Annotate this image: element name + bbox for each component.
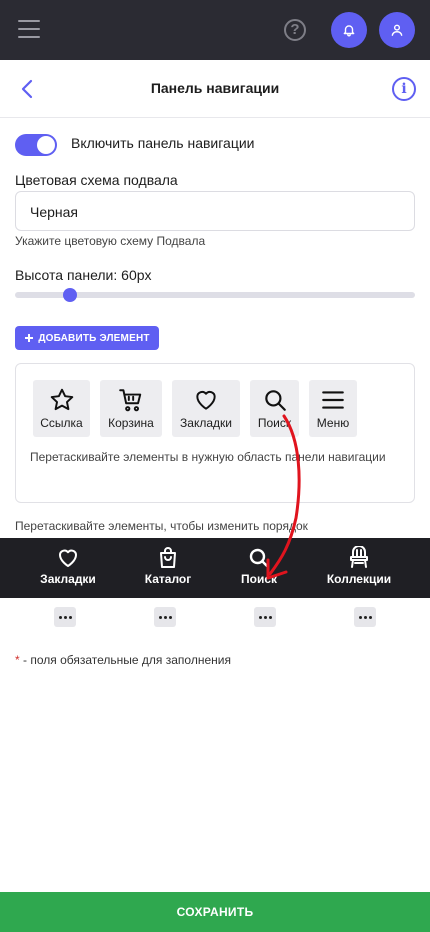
color-scheme-value: Черная [30,204,79,220]
palette-item-link[interactable]: Ссылка [33,380,90,437]
top-app-bar: ? [0,0,430,60]
color-scheme-hint: Укажите цветовую схему Подвала [15,234,206,248]
enable-navigation-label: Включить панель навигации [71,135,255,151]
preview-item-catalog[interactable]: Каталог [136,538,200,598]
navigation-preview-bar: Закладки Каталог Поиск Коллекции [0,538,430,598]
panel-height-label: Высота панели: 60px [15,267,152,283]
chair-icon [350,546,368,568]
preview-item-bookmarks[interactable]: Закладки [30,538,106,598]
toggle-knob [37,136,55,154]
page-header: Панель навигации i [0,60,430,118]
palette-item-cart[interactable]: Корзина [100,380,162,437]
preview-item-label: Закладки [40,572,96,586]
cart-icon [119,389,142,412]
palette-item-label: Корзина [108,416,154,430]
heart-icon [196,390,216,410]
palette-item-label: Ссылка [40,416,83,430]
enable-navigation-toggle[interactable] [15,134,57,156]
search-icon [264,390,286,411]
heart-icon [59,549,77,567]
palette-item-menu[interactable]: Меню [309,380,357,437]
add-element-button[interactable]: ДОБАВИТЬ ЭЛЕМЕНТ [15,326,159,350]
palette-item-label: Меню [316,416,350,430]
hamburger-menu-icon[interactable] [18,20,40,40]
preview-item-options-button[interactable] [54,607,76,627]
required-note-text: - поля обязательные для заполнения [19,653,231,667]
preview-item-label: Коллекции [326,572,392,586]
star-icon [50,388,73,411]
palette-item-search[interactable]: Поиск [250,380,299,437]
preview-item-search[interactable]: Поиск [232,538,286,598]
reorder-hint: Перетаскивайте элементы, чтобы изменить … [15,519,308,533]
menu-icon [322,391,344,409]
required-fields-note: * - поля обязательные для заполнения [15,653,231,667]
preview-item-label: Поиск [240,572,277,586]
preview-item-options-button[interactable] [354,607,376,627]
preview-item-label: Каталог [144,572,192,586]
elements-palette: Ссылка Корзина Закладки Поиск Меню Перет… [15,363,415,503]
help-icon[interactable]: ? [284,19,306,41]
color-scheme-label: Цветовая схема подвала [15,172,178,188]
profile-button[interactable] [379,12,415,48]
user-icon [391,24,403,36]
palette-item-label: Закладки [180,416,232,430]
page-title: Панель навигации [150,80,280,96]
save-button[interactable]: СОХРАНИТЬ [0,892,430,932]
preview-item-options-button[interactable] [254,607,276,627]
color-scheme-select[interactable]: Черная [15,191,415,231]
add-element-label: ДОБАВИТЬ ЭЛЕМЕНТ [38,332,150,344]
bell-icon [343,25,355,37]
palette-item-label: Поиск [257,416,292,430]
palette-hint: Перетаскивайте элементы в нужную область… [30,450,386,464]
search-icon [249,548,270,569]
preview-item-options-button[interactable] [154,607,176,627]
panel-height-slider-thumb[interactable] [63,288,77,302]
shopping-bag-icon [160,547,176,568]
plus-icon [25,334,34,342]
preview-item-collections[interactable]: Коллекции [322,538,396,598]
palette-item-bookmarks[interactable]: Закладки [172,380,240,437]
info-icon[interactable]: i [392,77,416,101]
notifications-button[interactable] [331,12,367,48]
